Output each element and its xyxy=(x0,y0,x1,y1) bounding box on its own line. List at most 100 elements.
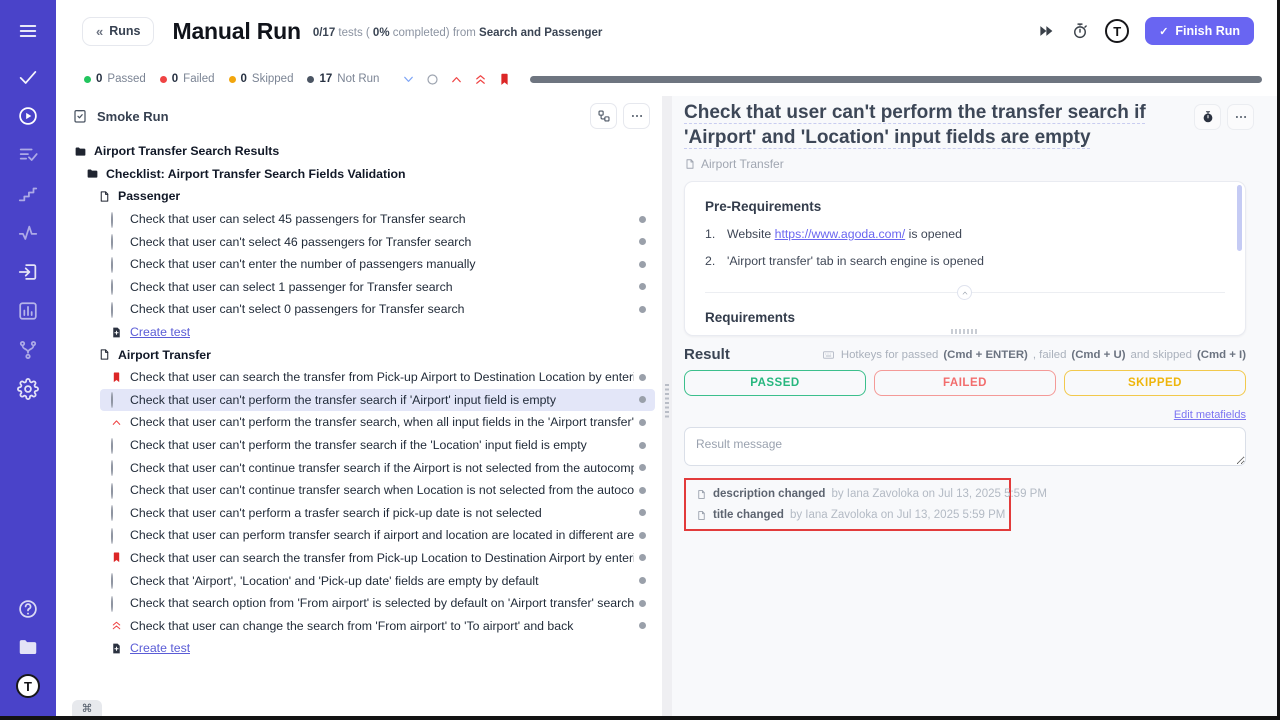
topbar: « Runs Manual Run 0/17 tests ( 0% comple… xyxy=(56,0,1277,62)
ellipsis-icon xyxy=(1234,110,1248,124)
tree-panel-header: Smoke Run xyxy=(56,96,662,136)
test-row[interactable]: Check that user can't perform a trasfer … xyxy=(56,502,662,525)
rail-item-steps-icon[interactable] xyxy=(17,183,39,205)
chevron-up-icon[interactable] xyxy=(449,72,464,87)
test-row[interactable]: Check that user can't select 0 passenger… xyxy=(56,298,662,321)
not-run-circle-icon xyxy=(110,461,123,474)
run-progress-bar xyxy=(530,76,1262,83)
statusbar: 0Passed0Failed0Skipped17Not Run xyxy=(56,62,1277,96)
window-edge-bottom xyxy=(0,716,1280,720)
chevron-down-icon[interactable] xyxy=(401,72,416,87)
test-row[interactable]: Check that user can't continue transfer … xyxy=(56,456,662,479)
result-buttons: PASSED FAILED SKIPPED xyxy=(684,370,1246,396)
tree-row-label: Check that user can't perform the transf… xyxy=(130,438,634,452)
case-more-button[interactable] xyxy=(1227,104,1254,130)
card-resize-grip-icon[interactable] xyxy=(951,329,979,334)
test-row[interactable]: Check that user can select 45 passengers… xyxy=(56,208,662,231)
folder-row[interactable]: Checklist: Airport Transfer Search Field… xyxy=(56,163,662,186)
create-test-link[interactable]: Create test xyxy=(56,321,662,344)
tree-row-label: Airport Transfer Search Results xyxy=(94,144,279,158)
test-row[interactable]: Check that user can perform transfer sea… xyxy=(56,524,662,547)
card-scrollbar[interactable] xyxy=(1237,185,1242,251)
test-row[interactable]: Check that user can change the search fr… xyxy=(56,614,662,637)
test-row[interactable]: Check that user can search the transfer … xyxy=(56,547,662,570)
test-row[interactable]: Check that user can select 1 passenger f… xyxy=(56,276,662,299)
skipped-button[interactable]: SKIPPED xyxy=(1064,370,1246,396)
hamburger-menu-icon[interactable] xyxy=(17,20,39,42)
run-name: Smoke Run xyxy=(97,109,169,124)
test-row[interactable]: Check that user can't select 46 passenge… xyxy=(56,230,662,253)
tree-row-label: Check that user can't continue transfer … xyxy=(130,461,634,475)
prereq-link[interactable]: https://www.agoda.com/ xyxy=(775,227,906,241)
projects-folder-icon xyxy=(86,167,99,180)
test-row[interactable]: Check that user can't enter the number o… xyxy=(56,253,662,276)
test-row[interactable]: Check that user can't perform the transf… xyxy=(56,434,662,457)
test-status-dot-icon xyxy=(639,442,646,449)
result-heading: Result xyxy=(684,346,730,363)
passed-button[interactable]: PASSED xyxy=(684,370,866,396)
file-plus-icon xyxy=(110,642,123,655)
main-area: « Runs Manual Run 0/17 tests ( 0% comple… xyxy=(56,0,1277,716)
timer-icon[interactable] xyxy=(1071,22,1089,40)
tree-row-label: Check that user can't perform a trasfer … xyxy=(130,506,634,520)
rail-item-list-check-icon[interactable] xyxy=(17,144,39,166)
rail-item-settings-icon[interactable] xyxy=(17,378,39,400)
result-header: Result Hotkeys for passed (Cmd + ENTER) … xyxy=(684,346,1246,363)
edit-metafields-link[interactable]: Edit metafields xyxy=(1174,409,1246,421)
topbar-actions: T ✓ Finish Run xyxy=(1037,17,1254,45)
check-icon: ✓ xyxy=(1159,25,1168,38)
test-status-dot-icon xyxy=(639,216,646,223)
not-run-circle-icon xyxy=(110,393,123,406)
user-avatar[interactable]: T xyxy=(1105,19,1129,43)
finish-run-button[interactable]: ✓ Finish Run xyxy=(1145,17,1254,45)
case-description-card: Pre-Requirements 1.Website https://www.a… xyxy=(684,181,1246,336)
rail-bottom: T xyxy=(16,598,40,698)
rail-item-help-icon[interactable] xyxy=(17,598,39,620)
command-shortcut-chip[interactable]: ⌘ xyxy=(72,700,102,716)
test-row[interactable]: Check that 'Airport', 'Location' and 'Pi… xyxy=(56,569,662,592)
test-row[interactable]: Check that user can search the transfer … xyxy=(56,366,662,389)
tree-row-label: Check that user can search the transfer … xyxy=(130,370,634,384)
panel-resize-handle[interactable] xyxy=(662,96,672,716)
count-skipped: 0Skipped xyxy=(229,73,294,85)
rail-item-check-icon[interactable] xyxy=(17,66,39,88)
rail-item-activity-icon[interactable] xyxy=(17,222,39,244)
test-row[interactable]: Check that user can't perform the transf… xyxy=(56,389,662,412)
status-dot-icon xyxy=(160,76,167,83)
circle-status-icon[interactable] xyxy=(425,72,440,87)
tree-view-button[interactable] xyxy=(590,103,617,129)
test-status-dot-icon xyxy=(639,238,646,245)
test-row[interactable]: Check that search option from 'From airp… xyxy=(56,592,662,615)
rail-item-projects-folder-icon[interactable] xyxy=(17,636,39,658)
back-to-runs-button[interactable]: « Runs xyxy=(82,17,154,46)
test-row[interactable]: Check that user can't perform the transf… xyxy=(56,411,662,434)
failed-button[interactable]: FAILED xyxy=(874,370,1056,396)
case-timer-button[interactable] xyxy=(1194,104,1221,130)
rail-item-branch-icon[interactable] xyxy=(17,339,39,361)
case-suite-tag: Airport Transfer xyxy=(684,157,1246,171)
test-status-dot-icon xyxy=(639,283,646,290)
fast-forward-icon[interactable] xyxy=(1037,22,1055,40)
workspace-avatar[interactable]: T xyxy=(16,674,40,698)
rail-item-bar-chart-icon[interactable] xyxy=(17,300,39,322)
create-test-link[interactable]: Create test xyxy=(56,637,662,660)
status-dot-icon xyxy=(229,76,236,83)
keyboard-icon xyxy=(821,349,836,361)
doc-row[interactable]: Airport Transfer xyxy=(56,343,662,366)
stopwatch-icon xyxy=(1201,110,1215,124)
test-row[interactable]: Check that user can't continue transfer … xyxy=(56,479,662,502)
doc-row[interactable]: Passenger xyxy=(56,185,662,208)
collapse-toggle-button[interactable] xyxy=(957,285,972,300)
count-failed: 0Failed xyxy=(160,73,215,85)
rail-item-play-circle-icon[interactable] xyxy=(17,105,39,127)
rail-item-sign-in-icon[interactable] xyxy=(17,261,39,283)
result-message-input[interactable] xyxy=(684,427,1246,466)
folder-row[interactable]: Airport Transfer Search Results xyxy=(56,140,662,163)
count-passed: 0Passed xyxy=(84,73,146,85)
chevrons-up-icon[interactable] xyxy=(473,72,488,87)
tree-more-button[interactable] xyxy=(623,103,650,129)
bookmark-flag-icon[interactable] xyxy=(497,72,512,87)
card-section-divider xyxy=(705,285,1225,300)
tree-row-label: Check that user can't select 0 passenger… xyxy=(130,302,634,316)
status-filters xyxy=(401,72,512,87)
